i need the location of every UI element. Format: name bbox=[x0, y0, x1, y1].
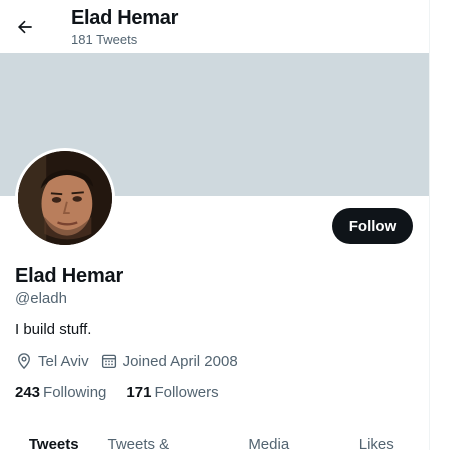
profile-tabs: Tweets Tweets & replies Media Likes bbox=[0, 425, 430, 450]
location-pin-icon bbox=[18, 353, 30, 370]
avatar-photo bbox=[18, 151, 112, 245]
calendar-icon bbox=[101, 354, 116, 369]
location-item: Tel Aviv bbox=[15, 352, 89, 370]
tab-tweets[interactable]: Tweets bbox=[0, 425, 108, 450]
tweet-count: 181 Tweets bbox=[71, 32, 138, 47]
location-text: Tel Aviv bbox=[38, 352, 89, 370]
profile-meta: Tel Aviv Joined April 2008 bbox=[15, 352, 249, 370]
profile-handle: @eladh bbox=[15, 290, 67, 307]
tab-likes[interactable]: Likes bbox=[323, 425, 431, 450]
tab-tweets-replies[interactable]: Tweets & replies bbox=[108, 425, 216, 450]
tab-media[interactable]: Media bbox=[215, 425, 323, 450]
joined-item: Joined April 2008 bbox=[100, 352, 238, 370]
profile-name: Elad Hemar bbox=[15, 265, 124, 287]
follow-button[interactable]: Follow bbox=[332, 208, 413, 244]
following-label: Following bbox=[43, 384, 107, 401]
profile-stats: 243 Following 171 Followers bbox=[15, 384, 239, 401]
following-link[interactable]: 243 Following bbox=[15, 384, 106, 401]
column-divider bbox=[429, 0, 430, 450]
joined-text: Joined April 2008 bbox=[122, 352, 238, 370]
followers-count: 171 bbox=[126, 384, 152, 401]
profile-column: Elad Hemar 181 Tweets Follow Elad Hemar … bbox=[0, 0, 430, 450]
header-title: Elad Hemar bbox=[71, 7, 179, 29]
arrow-left-icon bbox=[17, 20, 32, 34]
following-count: 243 bbox=[15, 384, 41, 401]
avatar[interactable] bbox=[15, 148, 115, 248]
followers-label: Followers bbox=[154, 384, 219, 401]
back-button[interactable] bbox=[9, 11, 41, 43]
followers-link[interactable]: 171 Followers bbox=[126, 384, 218, 401]
profile-bio: I build stuff. bbox=[15, 321, 92, 338]
profile-header: Elad Hemar 181 Tweets bbox=[0, 0, 430, 52]
